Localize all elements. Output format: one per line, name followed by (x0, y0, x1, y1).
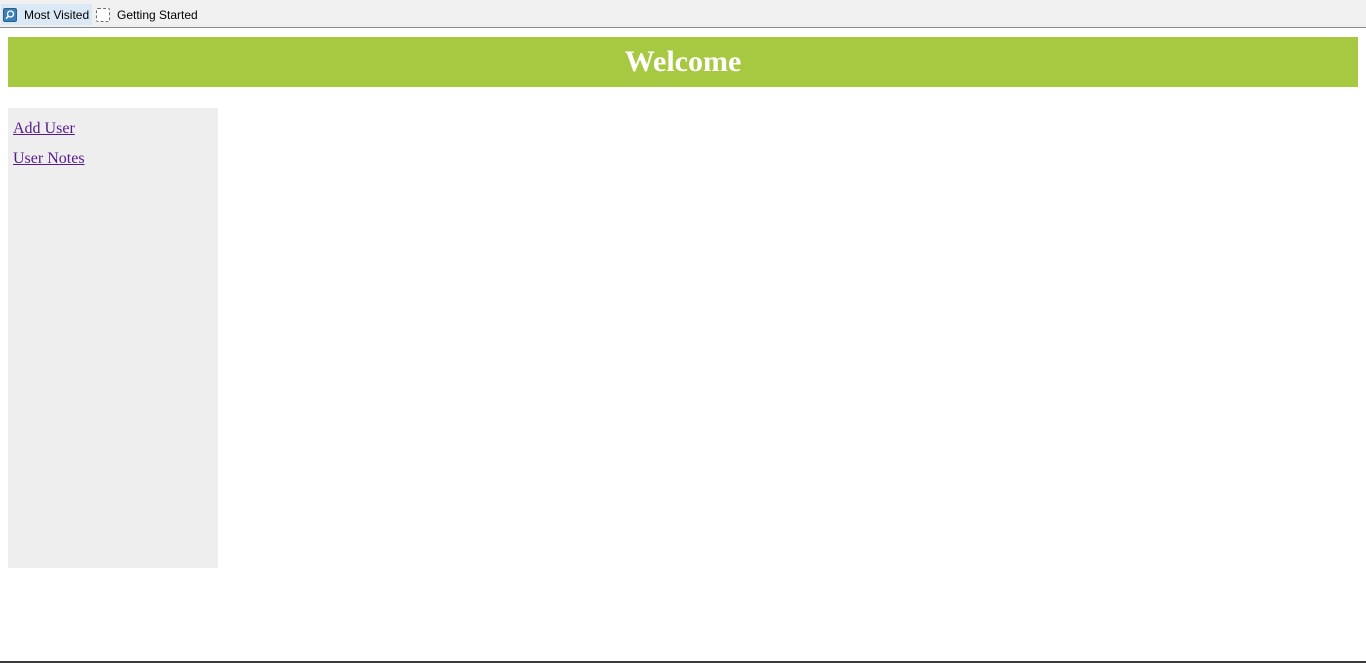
user-notes-link[interactable]: User Notes (13, 150, 85, 168)
bookmark-most-visited[interactable]: Most Visited (1, 4, 92, 25)
bookmark-getting-started[interactable]: Getting Started (95, 4, 205, 25)
page-header: Welcome (8, 37, 1358, 87)
bookmark-label: Most Visited (24, 7, 90, 22)
sidebar: Add User User Notes (8, 108, 218, 568)
search-icon (3, 7, 17, 22)
add-user-link[interactable]: Add User (13, 120, 75, 138)
page-title: Welcome (624, 45, 742, 78)
bookmarks-toolbar: Most Visited Getting Started (0, 0, 1366, 28)
bookmark-label: Getting Started (117, 7, 198, 22)
blank-page-icon (96, 7, 110, 22)
